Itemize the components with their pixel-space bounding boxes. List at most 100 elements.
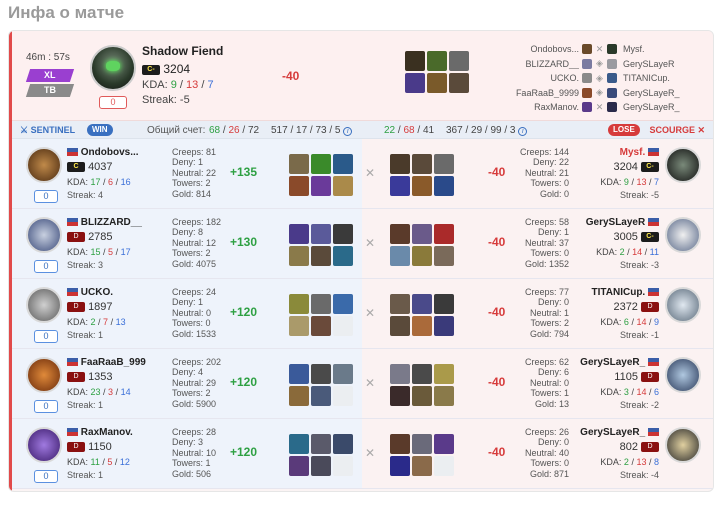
item-slot: [311, 364, 331, 384]
item-slot: [412, 386, 432, 406]
flag-icon: [648, 218, 659, 227]
player-badge: 0: [34, 330, 58, 343]
item-slot: [434, 316, 454, 336]
item-slot: [412, 154, 432, 174]
item-slot: [434, 456, 454, 476]
player-rating: 2372 D: [613, 301, 659, 313]
player-kda: KDA: 2 / 7 / 13: [67, 317, 126, 327]
avatar[interactable]: [26, 357, 62, 393]
item-grid: [390, 154, 454, 196]
top-player-list: Ondobovs... ✕ Mysf. BLIZZARD__ ◈ GerySLayeR …: [492, 42, 712, 115]
player-rating: 3204 C-: [613, 161, 659, 173]
player-kda: KDA: 11 / 5 / 12: [67, 457, 130, 467]
item-grid: [390, 434, 454, 476]
avatar[interactable]: [26, 427, 62, 463]
player-name[interactable]: Mysf.: [620, 147, 659, 158]
player-stats: Creeps: 28 Deny: 3 Neutral: 10 Towers: 1 Gol…: [172, 427, 217, 479]
item-slot: [311, 294, 331, 314]
player-rating: D 1353: [67, 371, 113, 383]
list-item[interactable]: UCKO. ◈ TITANICup.: [492, 71, 712, 86]
item-slot: [289, 434, 309, 454]
list-item[interactable]: RaxManov. ✕ GerySLayeR_: [492, 100, 712, 115]
item-grid: [289, 434, 353, 476]
item-slot: [449, 73, 469, 93]
hero-avatar: [90, 45, 136, 91]
info-icon[interactable]: i: [343, 127, 353, 136]
avatar[interactable]: [665, 287, 701, 323]
player-name[interactable]: Ondobovs...: [67, 147, 139, 158]
hero-badge: 0: [99, 96, 127, 109]
list-item[interactable]: FaaRaaB_9999 ◈ GerySLayeR_: [492, 86, 712, 101]
player-name[interactable]: GerySLayeR: [586, 217, 659, 228]
item-slot: [412, 456, 432, 476]
table-row: 0 UCKO. D 1897 KDA: 2 / 7 / 13 Streak: 1 Cre…: [12, 279, 713, 349]
player-name[interactable]: TITANICup.: [592, 287, 659, 298]
avatar[interactable]: [665, 217, 701, 253]
swords-icon: ✕: [365, 166, 376, 180]
item-slot: [289, 316, 309, 336]
rating-diff: +135: [230, 165, 258, 179]
item-slot: [412, 224, 432, 244]
player-kda: KDA: 9 / 13 / 7: [600, 177, 659, 187]
player-name[interactable]: FaaRaaB_999: [67, 357, 146, 368]
scourge-score: 22 / 68 / 41: [384, 125, 435, 136]
player-rating: D 1150: [67, 441, 112, 453]
hero-name[interactable]: Shadow Fiend: [142, 44, 223, 58]
item-slot: [289, 176, 309, 196]
mode-tag-tb: TB: [25, 84, 75, 97]
item-slot: [390, 434, 410, 454]
item-slot: [289, 386, 309, 406]
item-slot: [289, 154, 309, 174]
item-slot: [289, 224, 309, 244]
player-rating: 3005 C-: [613, 231, 659, 243]
item-slot: [333, 176, 353, 196]
item-slot: [333, 224, 353, 244]
item-slot: [289, 294, 309, 314]
item-slot: [412, 364, 432, 384]
flag-icon: [648, 288, 659, 297]
item-slot: [390, 224, 410, 244]
item-slot: [390, 364, 410, 384]
item-grid: [289, 224, 353, 266]
list-item[interactable]: BLIZZARD__ ◈ GerySLayeR: [492, 57, 712, 72]
avatar[interactable]: [665, 427, 701, 463]
rating-diff: +120: [230, 445, 258, 459]
swords-icon: ✕: [365, 376, 376, 390]
player-streak: Streak: -4: [619, 470, 659, 480]
list-item[interactable]: Ondobovs... ✕ Mysf.: [492, 42, 712, 57]
item-slot: [434, 224, 454, 244]
info-icon[interactable]: i: [518, 127, 528, 136]
hero-streak: Streak: -5: [142, 94, 190, 106]
item-grid: [289, 154, 353, 196]
win-pill: WIN: [87, 124, 113, 136]
player-name[interactable]: GerySLayeR_: [580, 357, 659, 368]
item-grid: [289, 364, 353, 406]
item-slot: [390, 294, 410, 314]
player-name[interactable]: BLIZZARD__: [67, 217, 142, 228]
item-slot: [390, 154, 410, 174]
avatar[interactable]: [26, 147, 62, 183]
player-streak: Streak: -1: [619, 330, 659, 340]
player-kda: KDA: 23 / 3 / 14: [67, 387, 131, 397]
item-slot: [390, 316, 410, 336]
player-name[interactable]: UCKO.: [67, 287, 113, 298]
item-slot: [289, 364, 309, 384]
flag-icon: [67, 148, 78, 157]
avatar[interactable]: [26, 217, 62, 253]
player-kda: KDA: 3 / 14 / 6: [600, 387, 659, 397]
player-rating: D 2785: [67, 231, 113, 243]
avatar[interactable]: [665, 147, 701, 183]
swords-icon: ✕: [365, 236, 376, 250]
table-row: 0 Ondobovs... C 4037 KDA: 17 / 6 / 16 Strea…: [12, 139, 713, 209]
mode-tag-xl: XL: [25, 69, 75, 82]
item-grid: [390, 364, 454, 406]
avatar[interactable]: [665, 357, 701, 393]
player-name[interactable]: RaxManov.: [67, 427, 133, 438]
item-grid: [390, 224, 454, 266]
item-slot: [333, 386, 353, 406]
avatar[interactable]: [26, 287, 62, 323]
hero-items: [405, 51, 469, 93]
player-streak: Streak: 1: [67, 400, 104, 410]
player-name[interactable]: GerySLayeR_: [580, 427, 659, 438]
flag-icon: [67, 358, 78, 367]
